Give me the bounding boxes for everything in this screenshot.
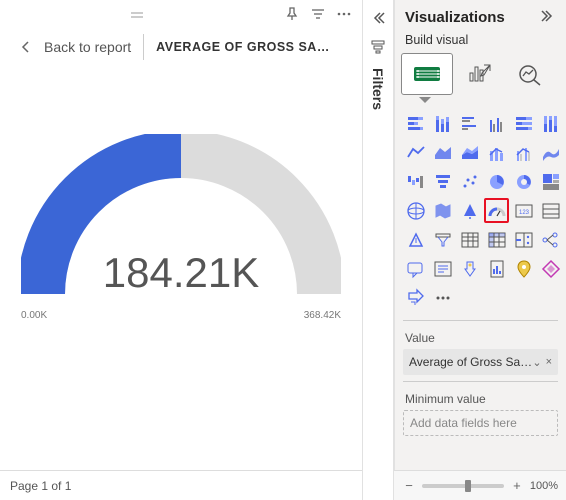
viz-type-line[interactable] bbox=[403, 140, 428, 165]
build-visual-mode-button[interactable] bbox=[401, 53, 453, 95]
viz-type-stacked-bar[interactable] bbox=[403, 111, 428, 136]
value-section-label: Value bbox=[395, 327, 566, 349]
viz-type-smart-narrative[interactable] bbox=[430, 256, 455, 281]
filters-panel-title: Filters bbox=[370, 68, 386, 110]
viz-type-decomposition-tree[interactable] bbox=[538, 227, 563, 252]
page-title: AVERAGE OF GROSS SAL... bbox=[156, 40, 331, 54]
viz-type-scatter[interactable] bbox=[457, 169, 482, 194]
value-field-name: Average of Gross Sales bbox=[409, 355, 532, 369]
gauge-min-label: 0.00K bbox=[21, 310, 47, 321]
min-value-drop-well[interactable]: Add data fields here bbox=[403, 410, 558, 436]
value-field-well[interactable]: Average of Gross Sales ⌄ × bbox=[403, 349, 558, 375]
back-to-report-button[interactable]: Back to report bbox=[18, 39, 131, 55]
analytics-mode-button[interactable] bbox=[505, 53, 557, 95]
viz-type-azure-map[interactable] bbox=[457, 198, 482, 223]
drag-handle-icon[interactable] bbox=[0, 7, 274, 23]
pin-icon[interactable] bbox=[284, 6, 300, 25]
viz-type-multi-row-card[interactable] bbox=[538, 198, 563, 223]
viz-type-stacked-column[interactable] bbox=[430, 111, 455, 136]
gauge-max-label: 368.42K bbox=[304, 310, 341, 321]
viz-type-area[interactable] bbox=[430, 140, 455, 165]
viz-type-pie[interactable] bbox=[484, 169, 509, 194]
chevron-left-icon bbox=[18, 39, 34, 55]
build-visual-subtitle: Build visual bbox=[395, 31, 566, 53]
drop-placeholder: Add data fields here bbox=[410, 416, 517, 430]
viz-type-key-influencers[interactable] bbox=[457, 256, 482, 281]
viz-type-stacked-area[interactable] bbox=[457, 140, 482, 165]
format-visual-mode-button[interactable] bbox=[453, 53, 505, 95]
gauge-chart[interactable]: 184.21K 0.00K 368.42K bbox=[0, 134, 362, 384]
min-value-section-label: Minimum value bbox=[395, 388, 566, 410]
zoom-percent: 100% bbox=[530, 480, 558, 492]
field-menu-icon[interactable]: ⌄ bbox=[532, 356, 541, 369]
more-options-icon[interactable] bbox=[336, 6, 352, 25]
viz-type-line-clustered-column[interactable] bbox=[511, 140, 536, 165]
viz-type-line-stacked-column[interactable] bbox=[484, 140, 509, 165]
viz-type-arcgis-map[interactable] bbox=[511, 256, 536, 281]
viz-type-more[interactable] bbox=[430, 285, 455, 310]
collapse-viz-icon[interactable] bbox=[540, 8, 556, 27]
viz-type-matrix[interactable] bbox=[484, 227, 509, 252]
page-indicator: Page 1 of 1 bbox=[10, 479, 71, 493]
visualizations-title: Visualizations bbox=[405, 9, 505, 26]
viz-type-card[interactable]: 123 bbox=[511, 198, 536, 223]
viz-type-gauge[interactable] bbox=[484, 198, 509, 223]
viz-type-ribbon[interactable] bbox=[538, 140, 563, 165]
back-label: Back to report bbox=[44, 39, 131, 55]
viz-type-treemap[interactable] bbox=[538, 169, 563, 194]
viz-type-100-stacked-column[interactable] bbox=[538, 111, 563, 136]
field-remove-icon[interactable]: × bbox=[546, 356, 552, 369]
viz-type-map[interactable] bbox=[403, 198, 428, 223]
funnel-icon[interactable] bbox=[370, 39, 386, 58]
filter-icon[interactable] bbox=[310, 6, 326, 25]
viz-type-slicer[interactable] bbox=[430, 227, 455, 252]
viz-type-waterfall[interactable] bbox=[403, 169, 428, 194]
viz-type-r-visual[interactable] bbox=[511, 227, 536, 252]
viz-type-100-stacked-bar[interactable] bbox=[511, 111, 536, 136]
viz-type-donut[interactable] bbox=[511, 169, 536, 194]
zoom-in-button[interactable]: + bbox=[510, 478, 524, 493]
viz-type-funnel[interactable] bbox=[430, 169, 455, 194]
expand-filters-icon[interactable] bbox=[370, 10, 386, 29]
viz-type-filled-map[interactable] bbox=[430, 198, 455, 223]
svg-text:123: 123 bbox=[519, 210, 530, 216]
viz-type-power-apps[interactable] bbox=[538, 256, 563, 281]
gauge-value: 184.21K bbox=[0, 249, 362, 297]
viz-type-kpi[interactable] bbox=[403, 227, 428, 252]
viz-type-table[interactable] bbox=[457, 227, 482, 252]
zoom-out-button[interactable]: − bbox=[402, 478, 416, 493]
viz-type-power-automate[interactable] bbox=[403, 285, 428, 310]
viz-type-clustered-column[interactable] bbox=[484, 111, 509, 136]
zoom-slider[interactable] bbox=[422, 484, 504, 488]
viz-type-paginated-report[interactable] bbox=[484, 256, 509, 281]
viz-type-clustered-bar[interactable] bbox=[457, 111, 482, 136]
viz-type-qa[interactable] bbox=[403, 256, 428, 281]
